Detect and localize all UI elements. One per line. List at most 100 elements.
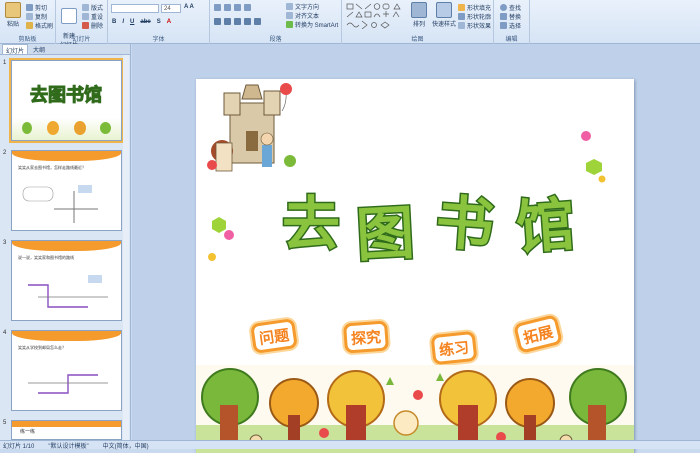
paragraph-group: 文字方向 对齐文本 转换为 SmartArt 段落 [210,0,342,44]
theme-name: "默认设计模板" [48,443,89,450]
badge-practice[interactable]: 练习 [430,330,478,366]
italic-button[interactable]: I [122,19,124,25]
slides-label: 幻灯片 [72,37,91,43]
slide-count: 幻灯片 1/10 [3,443,35,450]
underline-button[interactable]: U [130,19,134,25]
editing-group: 查找 替换 选择 编辑 [494,0,530,44]
thumb-text: 笑笑从家去图书馆，怎样走路线最近？ [18,165,86,170]
line-spacing-icon[interactable] [244,4,251,11]
tab-slides[interactable]: 幻灯片 [2,44,29,55]
shape-outline-button[interactable]: 形状轮廓 [458,12,491,21]
layout-icon [82,4,89,11]
drawing-label: 绘图 [411,37,424,43]
slide-canvas: 去 图 书 馆 问题 探究 练习 拓展 [132,44,700,453]
arrange-icon [411,2,427,18]
current-slide[interactable]: 去 图 书 馆 问题 探究 练习 拓展 [196,79,634,453]
copy-button[interactable]: 复制 [26,12,47,21]
shapes-gallery[interactable] [346,3,404,29]
find-icon [500,4,507,11]
reset-icon [82,13,89,20]
text-direction-button[interactable]: 文字方向 [286,2,319,11]
slide-thumbnail[interactable]: 说一说，笑笑家和图书馆的路线 [11,240,122,321]
thumb-text: 笑笑从学校到邮局怎么走？ [18,345,66,350]
columns-icon[interactable] [254,18,261,25]
font-format-buttons: B I Uabe S A [112,19,171,25]
editing-label: 编辑 [505,37,518,43]
align-text-icon [286,12,293,19]
slide-thumbnail[interactable]: 练一练 [11,420,122,440]
find-button[interactable]: 查找 [500,3,521,12]
effects-icon [458,22,465,29]
slide-number: 3 [3,240,7,246]
slide-number: 2 [3,150,7,156]
align-right-icon[interactable] [234,18,241,25]
align-buttons [214,18,261,25]
font-label: 字体 [152,37,165,43]
badge-explore[interactable]: 探究 [343,320,389,354]
title-char: 书 [432,187,498,262]
clipboard-group: 粘贴 剪切 复制 格式刷 剪贴板 [0,0,56,44]
paste-button[interactable]: 粘贴 [2,2,24,28]
replace-icon [500,13,507,20]
status-bar: 幻灯片 1/10 "默认设计模板" 中文(简体，中国) [0,440,700,450]
thumb-title: 去图书馆 [30,85,103,107]
layout-button[interactable]: 版式 [82,3,103,12]
quick-styles-icon [436,2,452,18]
panel-scrollbar[interactable] [123,55,129,440]
paint-bucket-icon [458,4,465,11]
shape-effects-button[interactable]: 形状效果 [458,21,491,30]
badge-question[interactable]: 问题 [250,318,298,354]
slides-group: 新建 幻灯片 版式 重设 删除 幻灯片 [56,0,108,49]
quick-styles-button[interactable]: 快速样式 [430,2,458,28]
font-color-button[interactable]: A [167,19,171,25]
language-indicator[interactable]: 中文(简体，中国) [103,441,149,450]
replace-button[interactable]: 替换 [500,12,521,21]
ribbon: 粘贴 剪切 复制 格式刷 剪贴板 新建 幻灯片 版式 重设 删除 幻灯片 24 … [0,0,700,49]
new-slide-icon [61,8,77,24]
shadow-button[interactable]: S [157,19,161,25]
slide-thumbnail[interactable]: 去图书馆 [9,58,124,143]
align-left-icon[interactable] [214,18,221,25]
title-char: 图 [353,197,417,271]
clipboard-label: 剪贴板 [18,37,37,43]
slide-thumbnail[interactable]: 笑笑从学校到邮局怎么走？ [11,330,122,411]
thumb-text: 练一练 [20,429,36,435]
bullets-icon[interactable] [214,4,221,11]
align-text-button[interactable]: 对齐文本 [286,11,319,20]
slide-thumbnail[interactable]: 笑笑从家去图书馆，怎样走路线最近？ [11,150,122,231]
slides-panel: 幻灯片 大纲 1 去图书馆 2 笑笑从家去图书馆，怎样走路线最近？ 3 说一说，… [0,44,131,440]
font-size-combo[interactable]: 24 [161,4,181,13]
indent-icon[interactable] [234,4,241,11]
thumb-text: 说一说，笑笑家和图书馆的路线 [18,255,74,260]
text-direction-icon [286,3,293,10]
title-char: 馆 [513,189,579,264]
brush-icon [26,22,33,29]
slide-number: 5 [3,420,7,426]
copy-icon [26,13,33,20]
font-name-combo[interactable] [111,4,159,13]
delete-button[interactable]: 删除 [82,21,103,30]
slide-number: 1 [3,60,7,66]
format-painter-button[interactable]: 格式刷 [26,21,53,30]
delete-icon [82,22,89,29]
font-group: 24 A A B I Uabe S A 字体 [108,0,210,44]
smartart-button[interactable]: 转换为 SmartArt [286,20,338,29]
scissors-icon [26,4,33,11]
strike-button[interactable]: abe [140,19,150,25]
justify-icon[interactable] [244,18,251,25]
select-button[interactable]: 选择 [500,21,521,30]
pen-icon [458,13,465,20]
bold-button[interactable]: B [112,19,116,25]
reset-button[interactable]: 重设 [82,12,103,21]
align-center-icon[interactable] [224,18,231,25]
grow-font-button[interactable]: A A [184,4,194,10]
paragraph-label: 段落 [269,37,282,43]
cut-button[interactable]: 剪切 [26,3,47,12]
panel-tabs: 幻灯片 大纲 [0,44,130,55]
numbering-icon[interactable] [224,4,231,11]
shape-fill-button[interactable]: 形状填充 [458,3,491,12]
clipboard-icon [5,2,21,18]
arrange-button[interactable]: 排列 [408,2,430,28]
tab-outline[interactable]: 大纲 [30,44,48,54]
badge-extend[interactable]: 拓展 [513,314,563,354]
